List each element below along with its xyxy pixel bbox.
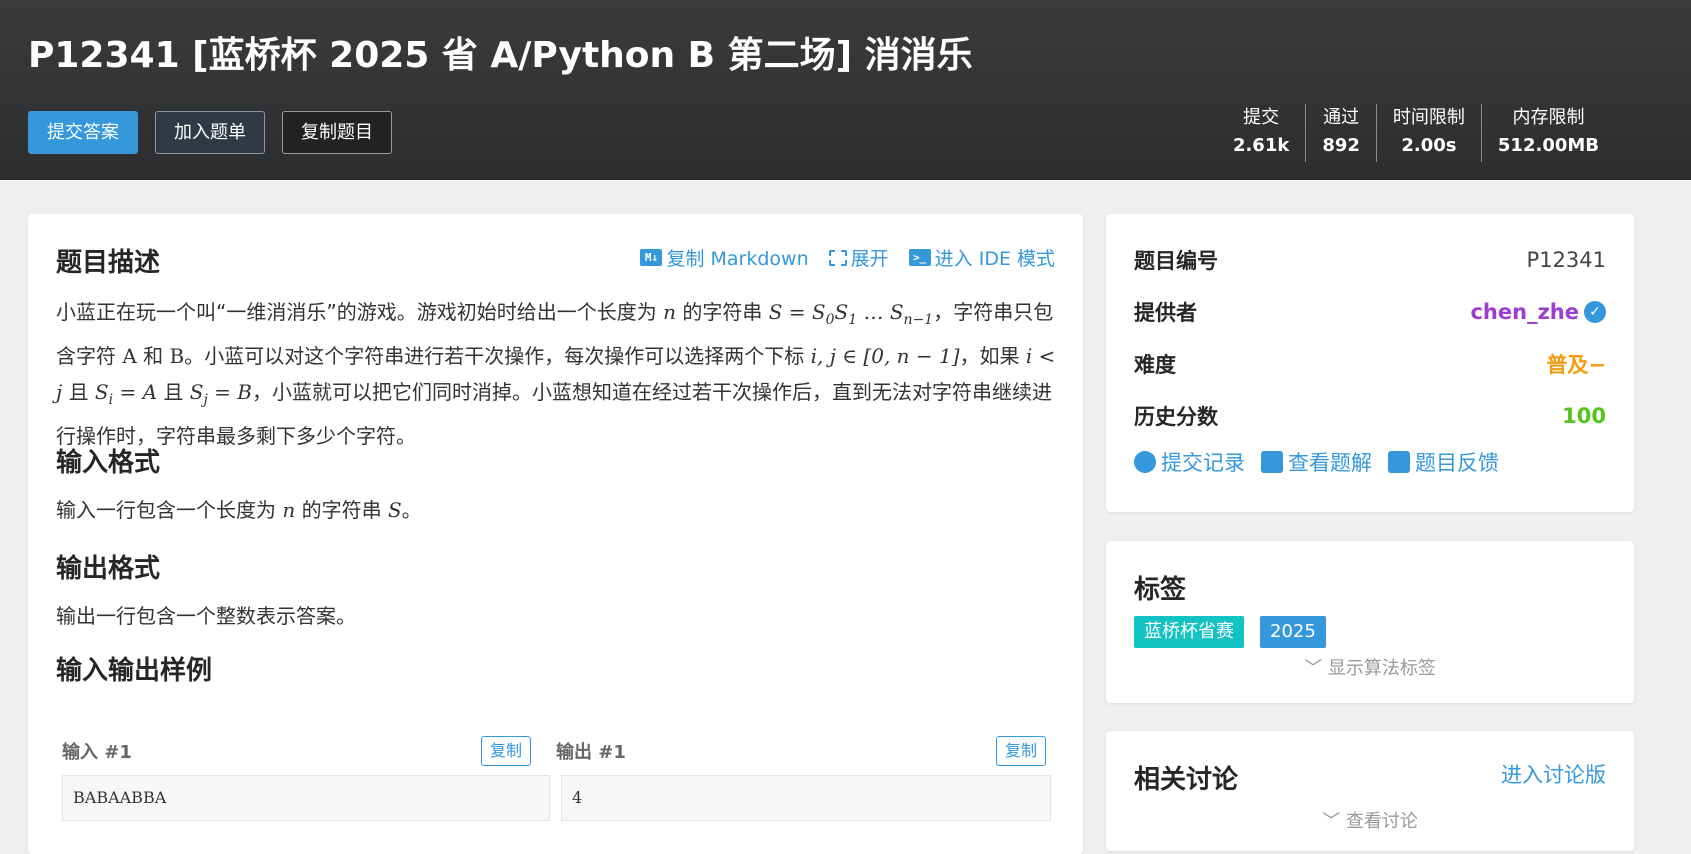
link-label: 题目反馈 — [1415, 451, 1499, 475]
problem-links: 提交记录 查看题解 题目反馈 — [1134, 447, 1499, 477]
ide-mode-label: 进入 IDE 模式 — [934, 248, 1055, 270]
stat-value: 2.61k — [1232, 135, 1290, 156]
stat-label: 时间限制 — [1392, 107, 1465, 128]
sample-input-label: 输入 #1 — [62, 742, 132, 763]
stat-memory-limit: 内存限制 512.00MB — [1480, 104, 1615, 162]
enter-discussion-link[interactable]: 进入讨论版 — [1501, 759, 1606, 789]
ide-mode-button[interactable]: >_ 进入 IDE 模式 — [908, 244, 1055, 271]
info-row-id: 题目编号 P12341 — [1134, 245, 1606, 275]
stat-accepted: 通过 892 — [1305, 104, 1376, 162]
view-discussion-button[interactable]: ﹀ 查看讨论 — [1106, 807, 1634, 833]
provider-link[interactable]: chen_zhe — [1470, 300, 1579, 324]
math-s-def: S = S0S1 … Sn−1 — [768, 300, 934, 328]
problem-id-value: P12341 — [1526, 248, 1606, 272]
problem-header: P12341 [蓝桥杯 2025 省 A/Python B 第二场] 消消乐 提… — [0, 0, 1691, 180]
terminal-icon: >_ — [908, 249, 931, 266]
info-label: 难度 — [1134, 353, 1176, 377]
chevron-down-icon: ﹀ — [1322, 811, 1341, 832]
stat-value: 512.00MB — [1497, 135, 1599, 156]
input-part: 的字符串 — [301, 498, 382, 522]
info-row-difficulty: 难度 普及− — [1134, 349, 1606, 379]
info-row-score: 历史分数 100 — [1134, 401, 1606, 431]
link-label: 查看题解 — [1288, 451, 1372, 475]
math-a: A — [122, 344, 137, 368]
copy-sample-output-button[interactable]: 复制 — [996, 736, 1047, 766]
info-label: 历史分数 — [1134, 405, 1218, 429]
desc-part: 且 — [163, 380, 184, 404]
desc-part: 。小蓝可以对这个字符串进行若干次操作，每次操作可以选择两个下标 — [184, 344, 805, 368]
tags-card: 标签 蓝桥杯省赛 2025 ﹀ 显示算法标签 — [1106, 541, 1634, 703]
math-n: n — [663, 300, 676, 324]
pie-chart-icon — [1134, 451, 1156, 473]
problem-content-card: 题目描述 M↓ 复制 Markdown 展开 >_ 进入 IDE 模式 小蓝正在… — [28, 214, 1083, 854]
description-heading: 题目描述 — [56, 248, 161, 278]
input-part: 。 — [401, 498, 422, 522]
input-part: 输入一行包含一个长度为 — [56, 498, 276, 522]
book-icon — [1261, 451, 1283, 473]
stat-label: 提交 — [1243, 107, 1280, 128]
link-label: 提交记录 — [1161, 451, 1245, 475]
desc-part: 且 — [68, 380, 89, 404]
view-discussion-label: 查看讨论 — [1345, 811, 1418, 832]
view-solutions-link[interactable]: 查看题解 — [1261, 447, 1372, 477]
desc-part: 小蓝正在玩一个叫“一维消消乐”的游戏。游戏初始时给出一个长度为 — [56, 300, 657, 324]
expand-icon — [828, 249, 847, 266]
math-n: n — [282, 498, 296, 522]
chevron-down-icon: ﹀ — [1304, 658, 1323, 679]
math-b: B — [169, 344, 185, 368]
expand-button[interactable]: 展开 — [828, 244, 889, 271]
tags-heading: 标签 — [1134, 575, 1187, 605]
copy-sample-input-button[interactable]: 复制 — [481, 736, 532, 766]
math-s: S — [387, 498, 402, 522]
submission-records-link[interactable]: 提交记录 — [1134, 447, 1245, 477]
math-sj-b: Sj = B — [189, 380, 252, 408]
problem-stats: 提交 2.61k 通过 892 时间限制 2.00s 内存限制 512.00MB — [1217, 104, 1615, 162]
output-format-text: 输出一行包含一个整数表示答案。 — [56, 604, 356, 628]
input-format-heading: 输入格式 — [56, 448, 161, 478]
score-value: 100 — [1562, 404, 1606, 428]
copy-markdown-button[interactable]: M↓ 复制 Markdown — [640, 244, 809, 271]
sample-input-box: BABAABBA — [62, 775, 550, 821]
discussion-heading: 相关讨论 — [1134, 765, 1239, 795]
info-label: 提供者 — [1134, 301, 1197, 325]
sample-output-box: 4 — [561, 775, 1051, 821]
copy-markdown-label: 复制 Markdown — [666, 248, 809, 270]
sample-output-label: 输出 #1 — [556, 742, 626, 763]
input-format-text: 输入一行包含一个长度为 n 的字符串 S。 — [56, 492, 1056, 528]
copy-problem-button[interactable]: 复制题目 — [282, 111, 392, 154]
description-text: 小蓝正在玩一个叫“一维消消乐”的游戏。游戏初始时给出一个长度为 n 的字符串 S… — [56, 294, 1056, 454]
show-algo-label: 显示算法标签 — [1327, 658, 1436, 679]
problem-title: P12341 [蓝桥杯 2025 省 A/Python B 第二场] 消消乐 — [28, 35, 973, 76]
problem-feedback-link[interactable]: 题目反馈 — [1388, 447, 1499, 477]
math-si-a: Si = A — [94, 380, 158, 408]
math-indices: i, j ∈ [0, n − 1] — [810, 344, 960, 368]
stat-value: 2.00s — [1401, 135, 1457, 156]
show-algorithm-tags-button[interactable]: ﹀ 显示算法标签 — [1106, 654, 1634, 680]
difficulty-value: 普及− — [1546, 353, 1606, 377]
info-label: 题目编号 — [1134, 249, 1218, 273]
desc-part: 的字符串 — [682, 300, 763, 324]
expand-label: 展开 — [850, 248, 889, 270]
stat-submissions: 提交 2.61k — [1217, 104, 1305, 162]
stat-value: 892 — [1322, 135, 1360, 156]
problem-info-card: 题目编号 P12341 提供者 chen_zhe ✓ 难度 普及− 历史分数 1… — [1106, 214, 1634, 512]
output-format-heading: 输出格式 — [56, 554, 161, 584]
list-icon — [1388, 451, 1410, 473]
stat-time-limit: 时间限制 2.00s — [1375, 104, 1481, 162]
add-to-list-button[interactable]: 加入题单 — [155, 111, 265, 154]
info-row-provider: 提供者 chen_zhe ✓ — [1134, 297, 1606, 327]
desc-part: 和 — [143, 344, 164, 368]
content-toolbar: M↓ 复制 Markdown 展开 >_ 进入 IDE 模式 — [640, 244, 1055, 271]
stat-label: 内存限制 — [1512, 107, 1585, 128]
tag-lanqiao[interactable]: 蓝桥杯省赛 — [1134, 616, 1244, 648]
submit-answer-button[interactable]: 提交答案 — [28, 111, 138, 154]
tag-2025[interactable]: 2025 — [1260, 616, 1326, 648]
samples-heading: 输入输出样例 — [56, 656, 213, 686]
markdown-icon: M↓ — [640, 249, 663, 266]
discussion-card: 相关讨论 进入讨论版 ﹀ 查看讨论 — [1106, 731, 1634, 851]
verified-badge-icon: ✓ — [1584, 301, 1606, 323]
stat-label: 通过 — [1323, 107, 1360, 128]
desc-part: ，如果 — [959, 344, 1020, 368]
